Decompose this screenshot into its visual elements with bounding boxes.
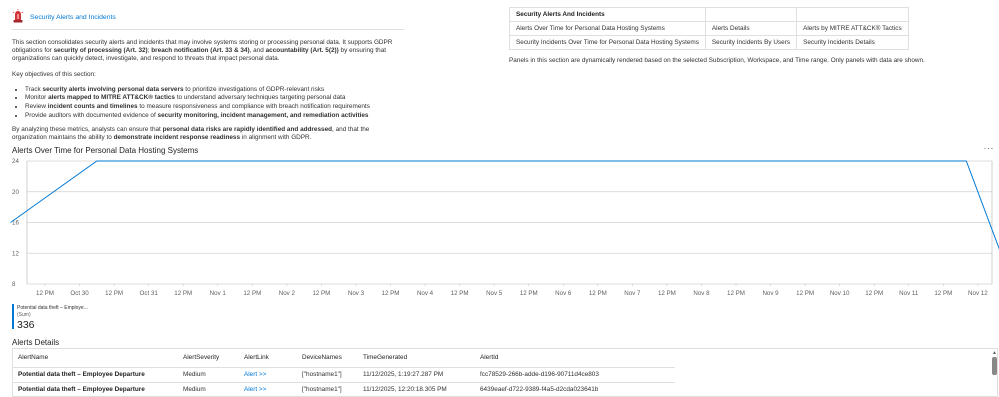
column-header[interactable]: AlertId <box>475 349 675 368</box>
column-header[interactable]: AlertLink <box>239 349 297 368</box>
alert-link[interactable]: Alert >> <box>239 367 297 383</box>
siren-alert-icon <box>12 9 24 23</box>
x-tick-label: 12 PM <box>174 290 192 297</box>
alert-id-cell: 6439eaef-d722-9389-f4a5-d2cda023641b <box>475 382 675 396</box>
header-divider <box>12 29 404 30</box>
panel-navigation-table: Security Alerts And Incidents Alerts Ove… <box>509 7 909 50</box>
nav-link-alerts-by-mitre[interactable]: Alerts by MITRE ATT&CK® Tactics <box>796 21 909 36</box>
y-tick-label: 24 <box>12 158 19 165</box>
nav-table-header-empty <box>704 7 798 22</box>
x-tick-label: Oct 30 <box>70 290 89 297</box>
objective-item: Provide auditors with documented evidenc… <box>25 112 404 120</box>
column-header[interactable]: TimeGenerated <box>358 349 475 368</box>
objective-item: Monitor alerts mapped to MITRE ATT&CK® t… <box>25 94 404 102</box>
time-generated-cell: 11/12/2025, 1:19:27.287 PM <box>358 367 475 383</box>
x-tick-label: Nov 12 <box>968 290 988 297</box>
ellipsis-icon[interactable]: ··· <box>984 143 995 153</box>
alerts-details-grid: AlertName AlertSeverity AlertLink Device… <box>12 348 998 397</box>
nav-link-incidents-over-time[interactable]: Security Incidents Over Time for Persona… <box>509 35 706 50</box>
column-header[interactable]: DeviceNames <box>297 349 358 368</box>
x-tick-label: Nov 7 <box>624 290 641 297</box>
x-tick-label: 12 PM <box>105 290 123 297</box>
x-tick-label: 12 PM <box>658 290 676 297</box>
section-description: This section consolidates security alert… <box>12 39 404 149</box>
x-tick-label: 12 PM <box>36 290 54 297</box>
nav-link-alerts-over-time[interactable]: Alerts Over Time for Personal Data Hosti… <box>509 21 706 36</box>
intro-bold: accountability (Art. 5(2)) <box>265 47 339 55</box>
y-tick-label: 20 <box>12 189 19 196</box>
legend-total-value: 336 <box>17 319 35 331</box>
x-tick-label: 12 PM <box>934 290 952 297</box>
device-names-cell: ["hostname1"] <box>297 367 358 383</box>
x-tick-label: 12 PM <box>382 290 400 297</box>
x-tick-label: Nov 2 <box>279 290 296 297</box>
alerts-details-table: AlertName AlertSeverity AlertLink Device… <box>13 349 675 396</box>
time-generated-cell: 11/12/2025, 12:20:18.305 PM <box>358 382 475 396</box>
nav-link-incidents-by-users[interactable]: Security Incidents By Users <box>704 35 798 50</box>
panels-note: Panels in this section are dynamically r… <box>509 57 925 64</box>
x-tick-label: Nov 6 <box>555 290 572 297</box>
objective-item: Review incident counts and timelines to … <box>25 103 404 111</box>
intro-paragraph: This section consolidates security alert… <box>12 39 404 64</box>
x-tick-label: Nov 3 <box>348 290 365 297</box>
device-names-cell: ["hostname1"] <box>297 382 358 396</box>
table-row[interactable]: Potential data theft – Employee Departur… <box>13 367 675 383</box>
section-header: Security Alerts and Incidents <box>12 9 116 23</box>
intro-text: , and <box>249 47 266 55</box>
vertical-scrollbar-thumb[interactable] <box>992 357 997 375</box>
intro-bold: security of processing (Art. 32) <box>53 47 148 55</box>
y-tick-label: 8 <box>12 281 16 288</box>
x-tick-label: Nov 5 <box>486 290 503 297</box>
nav-link-alerts-details[interactable]: Alerts Details <box>704 21 798 36</box>
x-tick-label: 12 PM <box>243 290 261 297</box>
intro-bold: breach notification (Art. 33 & 34) <box>151 47 250 55</box>
nav-table-header-empty <box>796 7 909 22</box>
alert-severity-cell: Medium <box>178 382 239 396</box>
objective-item: Track security alerts involving personal… <box>25 86 404 94</box>
x-tick-label: 12 PM <box>865 290 883 297</box>
column-header[interactable]: AlertSeverity <box>178 349 239 368</box>
x-tick-label: Nov 8 <box>693 290 710 297</box>
x-tick-label: 12 PM <box>312 290 330 297</box>
x-tick-label: 12 PM <box>727 290 745 297</box>
legend-color-swatch <box>12 304 14 329</box>
intro-closing-paragraph: By analyzing these metrics, analysts can… <box>12 126 370 142</box>
objectives-list: Track security alerts involving personal… <box>25 86 404 120</box>
alert-id-cell: fcc78529-266b-adde-d196-90711d4ce803 <box>475 367 675 383</box>
chart-title: Alerts Over Time for Personal Data Hosti… <box>12 146 199 155</box>
section-title-link[interactable]: Security Alerts and Incidents <box>30 14 116 21</box>
column-header[interactable]: AlertName <box>13 349 178 368</box>
legend-aggregation: (Sum) <box>17 312 31 318</box>
x-tick-label: Nov 11 <box>899 290 919 297</box>
x-tick-label: 12 PM <box>451 290 469 297</box>
x-tick-label: Oct 31 <box>140 290 159 297</box>
alert-severity-cell: Medium <box>178 367 239 383</box>
x-tick-label: Nov 1 <box>210 290 227 297</box>
table-row[interactable]: Potential data theft – Employee Departur… <box>13 382 675 396</box>
legend-series-name[interactable]: Potential data theft – Employe... <box>17 305 88 311</box>
nav-table-header: Security Alerts And Incidents <box>509 7 706 22</box>
nav-link-incidents-details[interactable]: Security Incidents Details <box>796 35 909 50</box>
x-tick-label: 12 PM <box>520 290 538 297</box>
table-header-row: AlertName AlertSeverity AlertLink Device… <box>13 349 675 368</box>
x-tick-label: Nov 4 <box>417 290 434 297</box>
alerts-line-chart: 81216202412 PM Oct 30 12 PM Oct 31 12 PM Nov … <box>10 158 999 297</box>
x-tick-label: 12 PM <box>796 290 814 297</box>
x-tick-label: Nov 9 <box>762 290 779 297</box>
scroll-up-arrow-icon[interactable]: ▲ <box>992 350 997 356</box>
details-title: Alerts Details <box>12 338 60 347</box>
x-tick-label: Nov 10 <box>830 290 850 297</box>
objectives-heading: Key objectives of this section: <box>12 70 96 78</box>
y-tick-label: 12 <box>12 250 19 257</box>
alert-name-cell: Potential data theft – Employee Departur… <box>13 382 178 396</box>
alert-link[interactable]: Alert >> <box>239 382 297 396</box>
alert-name-cell: Potential data theft – Employee Departur… <box>13 367 178 383</box>
x-tick-label: 12 PM <box>589 290 607 297</box>
